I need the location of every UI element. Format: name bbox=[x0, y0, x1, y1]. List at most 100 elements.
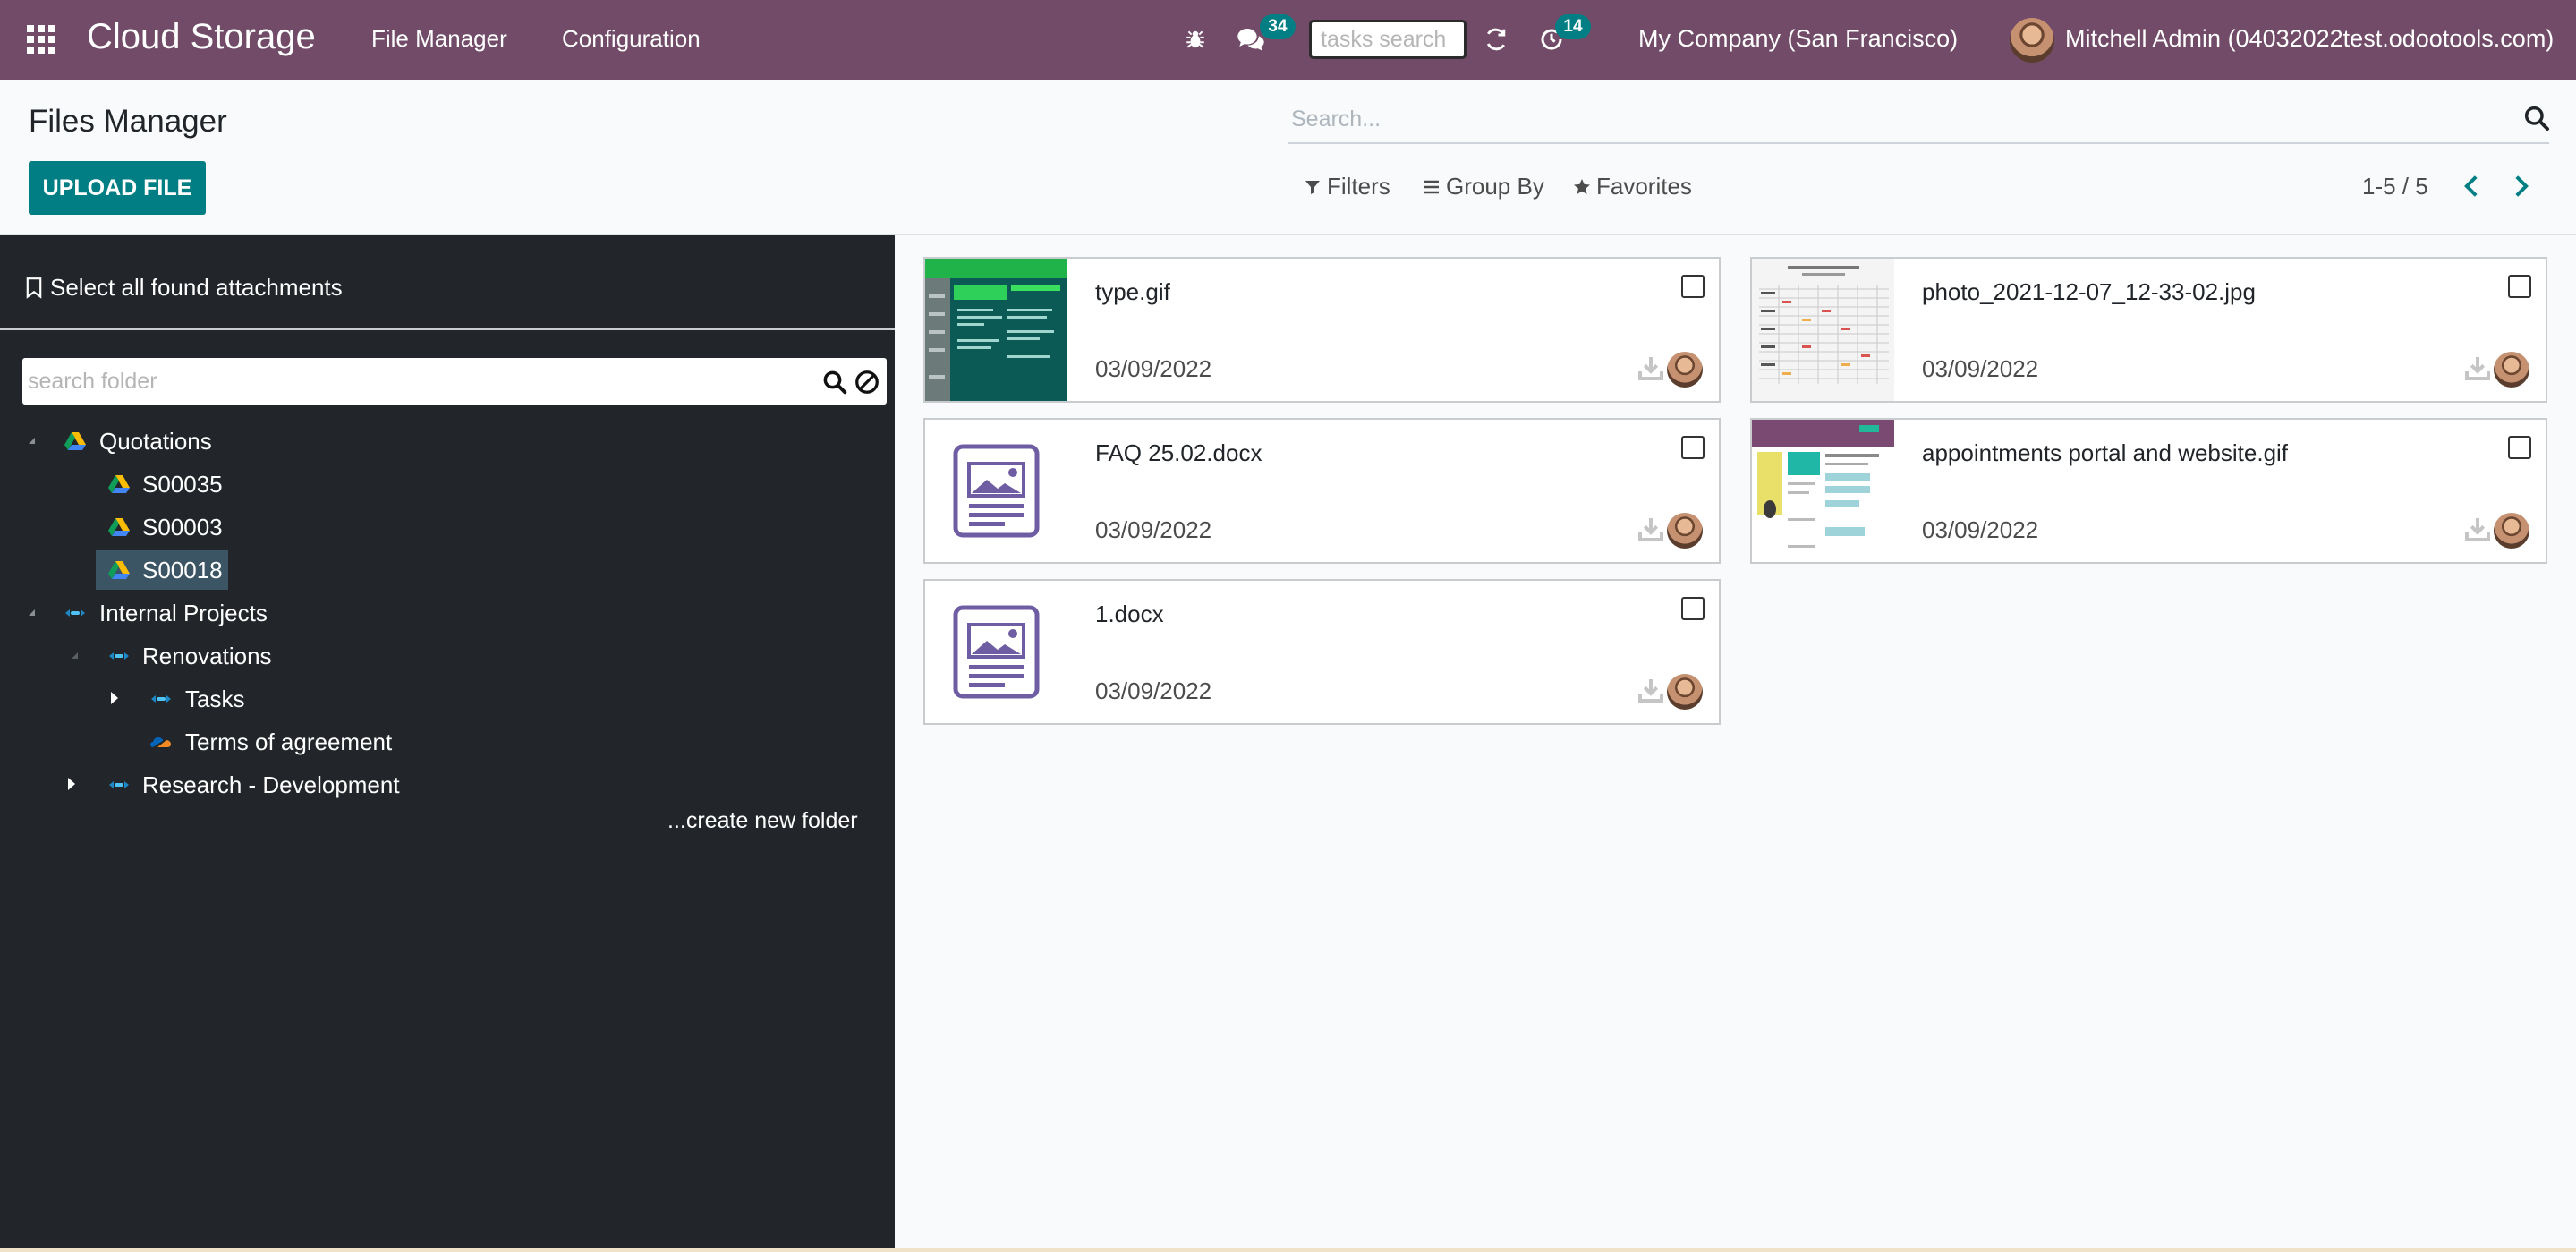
bookmark-icon bbox=[26, 277, 42, 299]
file-thumbnail[interactable] bbox=[1752, 259, 1894, 401]
file-name[interactable]: appointments portal and website.gif bbox=[1922, 439, 2288, 467]
folder-search-icon[interactable] bbox=[821, 369, 848, 396]
file-select-checkbox[interactable] bbox=[2508, 436, 2531, 459]
bottom-strip bbox=[0, 1248, 2576, 1252]
file-name[interactable]: photo_2021-12-07_12-33-02.jpg bbox=[1922, 278, 2256, 306]
owner-avatar[interactable] bbox=[2494, 352, 2529, 388]
tree-item-research-development[interactable]: Research - Development bbox=[142, 765, 400, 805]
file-name[interactable]: type.gif bbox=[1095, 278, 1170, 306]
tree-item-terms-of-agreement[interactable]: Terms of agreement bbox=[185, 722, 392, 762]
document-placeholder-icon bbox=[953, 444, 1040, 538]
file-date: 03/09/2022 bbox=[1095, 516, 1212, 543]
google-drive-icon bbox=[108, 561, 130, 579]
favorites-button[interactable]: Favorites bbox=[1573, 173, 1692, 200]
onedrive-icon bbox=[150, 737, 171, 747]
tree-item-tasks[interactable]: Tasks bbox=[185, 679, 244, 719]
file-thumbnail[interactable] bbox=[925, 259, 1067, 401]
group-by-button[interactable]: Group By bbox=[1423, 173, 1544, 200]
file-select-checkbox[interactable] bbox=[1681, 436, 1705, 459]
download-icon[interactable] bbox=[2463, 515, 2492, 543]
pager-next-button[interactable] bbox=[2505, 170, 2538, 202]
favorites-label: Favorites bbox=[1596, 173, 1692, 200]
file-name[interactable]: FAQ 25.02.docx bbox=[1095, 439, 1262, 467]
file-card[interactable]: appointments portal and website.gif 03/0… bbox=[1750, 418, 2547, 564]
select-all-label: Select all found attachments bbox=[50, 274, 343, 301]
select-all-attachments[interactable]: Select all found attachments bbox=[25, 274, 343, 302]
company-switcher[interactable]: My Company (San Francisco) bbox=[1638, 25, 1958, 53]
owner-avatar[interactable] bbox=[1667, 674, 1703, 710]
page-title: Files Manager bbox=[29, 104, 227, 139]
document-placeholder-icon bbox=[953, 605, 1040, 699]
tasks-search-input[interactable] bbox=[1309, 20, 1467, 59]
tree-item-s00003[interactable]: S00003 bbox=[142, 507, 223, 547]
download-icon[interactable] bbox=[2463, 353, 2492, 382]
download-icon[interactable] bbox=[1637, 353, 1665, 382]
apps-menu-icon[interactable] bbox=[27, 25, 57, 55]
sidebar-divider bbox=[0, 328, 895, 330]
messages-count-badge: 34 bbox=[1260, 14, 1296, 39]
menu-file-manager[interactable]: File Manager bbox=[371, 25, 507, 53]
tree-collapse-renovations[interactable] bbox=[66, 646, 84, 664]
cloud-sync-icon bbox=[109, 652, 129, 660]
tree-item-quotations[interactable]: Quotations bbox=[99, 422, 212, 461]
owner-avatar[interactable] bbox=[2494, 513, 2529, 549]
file-card[interactable]: type.gif 03/09/2022 bbox=[923, 257, 1721, 403]
file-select-checkbox[interactable] bbox=[1681, 275, 1705, 298]
pager-value[interactable]: 1-5 / 5 bbox=[2362, 173, 2428, 200]
file-card[interactable]: 1.docx 03/09/2022 bbox=[923, 579, 1721, 725]
chevron-right-icon bbox=[2515, 175, 2529, 197]
google-drive-icon bbox=[108, 518, 130, 536]
menu-configuration[interactable]: Configuration bbox=[562, 25, 701, 53]
favorites-star-icon bbox=[1574, 178, 1590, 194]
folder-search-input[interactable] bbox=[22, 358, 887, 405]
user-menu[interactable]: Mitchell Admin (04032022test.odootools.c… bbox=[2065, 25, 2554, 53]
file-select-checkbox[interactable] bbox=[2508, 275, 2531, 298]
tree-expand-research-development[interactable] bbox=[63, 775, 81, 793]
file-select-checkbox[interactable] bbox=[1681, 597, 1705, 620]
clear-ban-icon[interactable] bbox=[854, 369, 880, 396]
filters-label: Filters bbox=[1327, 173, 1390, 200]
file-card[interactable]: photo_2021-12-07_12-33-02.jpg 03/09/2022 bbox=[1750, 257, 2547, 403]
group-by-label: Group By bbox=[1446, 173, 1544, 200]
file-date: 03/09/2022 bbox=[1922, 355, 2039, 382]
user-avatar[interactable] bbox=[2010, 18, 2054, 63]
tree-item-s00035[interactable]: S00035 bbox=[142, 464, 223, 504]
chevron-left-icon bbox=[2464, 175, 2478, 197]
pager-previous-button[interactable] bbox=[2455, 170, 2487, 202]
search-input[interactable] bbox=[1288, 97, 2549, 144]
download-icon[interactable] bbox=[1637, 515, 1665, 543]
tree-item-renovations[interactable]: Renovations bbox=[142, 636, 272, 676]
create-new-folder-link[interactable]: ...create new folder bbox=[667, 808, 858, 834]
tree-item-internal-projects[interactable]: Internal Projects bbox=[99, 593, 268, 633]
cloud-sync-icon bbox=[109, 781, 129, 788]
owner-avatar[interactable] bbox=[1667, 513, 1703, 549]
search-icon[interactable] bbox=[2522, 104, 2551, 132]
file-thumbnail[interactable] bbox=[925, 581, 1067, 723]
google-drive-icon bbox=[108, 475, 130, 493]
caret-right-icon bbox=[68, 778, 75, 790]
tree-collapse-quotations[interactable] bbox=[23, 431, 41, 449]
group-by-list-icon bbox=[1424, 180, 1439, 193]
refresh-sync-icon[interactable] bbox=[1478, 21, 1514, 57]
file-card[interactable]: FAQ 25.02.docx 03/09/2022 bbox=[923, 418, 1721, 564]
app-title[interactable]: Cloud Storage bbox=[87, 17, 316, 57]
file-date: 03/09/2022 bbox=[1095, 355, 1212, 382]
file-date: 03/09/2022 bbox=[1922, 516, 2039, 543]
owner-avatar[interactable] bbox=[1667, 352, 1703, 388]
file-name[interactable]: 1.docx bbox=[1095, 600, 1164, 628]
file-date: 03/09/2022 bbox=[1095, 677, 1212, 704]
filters-button[interactable]: Filters bbox=[1304, 173, 1390, 200]
cloud-sync-icon bbox=[65, 609, 85, 617]
tree-collapse-internal-projects[interactable] bbox=[23, 603, 41, 621]
download-icon[interactable] bbox=[1637, 676, 1665, 704]
file-thumbnail[interactable] bbox=[925, 420, 1067, 562]
caret-right-icon bbox=[111, 692, 118, 704]
folder-sidebar: Select all found attachments Quotations … bbox=[0, 235, 895, 1252]
debug-bug-icon[interactable] bbox=[1177, 21, 1213, 57]
upload-file-button[interactable]: UPLOAD FILE bbox=[29, 161, 206, 215]
filter-funnel-icon bbox=[1305, 180, 1320, 194]
top-navbar: Cloud Storage File Manager Configuration… bbox=[0, 0, 2576, 80]
tree-expand-tasks[interactable] bbox=[106, 689, 123, 707]
file-thumbnail[interactable] bbox=[1752, 420, 1894, 562]
google-drive-icon bbox=[64, 432, 86, 450]
